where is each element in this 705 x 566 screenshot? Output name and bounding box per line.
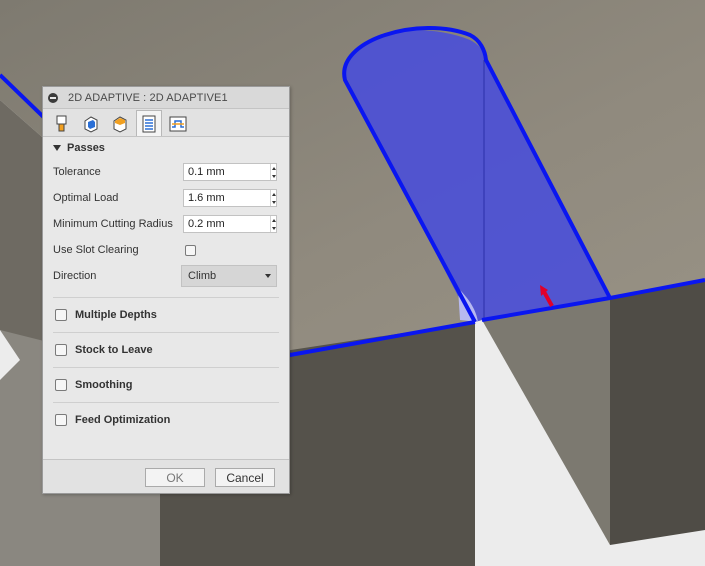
- ok-button[interactable]: OK: [145, 468, 205, 487]
- slot-clearing-checkbox[interactable]: [185, 244, 196, 256]
- passes-icon: [142, 115, 156, 132]
- multiple-depths-label: Multiple Depths: [75, 309, 157, 321]
- direction-label: Direction: [53, 270, 97, 282]
- tolerance-label: Tolerance: [53, 166, 101, 178]
- dialog-title: 2D ADAPTIVE : 2D ADAPTIVE1: [68, 91, 228, 104]
- chevron-down-icon: [53, 145, 61, 151]
- group-smoothing[interactable]: Smoothing: [53, 367, 279, 402]
- adaptive-dialog: 2D ADAPTIVE : 2D ADAPTIVE1 Passes Tolera…: [42, 86, 290, 494]
- feed-optimization-checkbox[interactable]: [55, 414, 67, 426]
- geometry-icon: [84, 116, 98, 133]
- multiple-depths-checkbox[interactable]: [55, 309, 67, 321]
- direction-row: Direction Climb: [43, 263, 289, 289]
- cancel-button[interactable]: Cancel: [215, 468, 275, 487]
- spin-up-icon[interactable]: [271, 218, 276, 222]
- min-cutting-radius-row: Minimum Cutting Radius: [43, 211, 289, 237]
- tab-tool[interactable]: [49, 112, 75, 136]
- feed-optimization-label: Feed Optimization: [75, 414, 171, 426]
- stock-to-leave-checkbox[interactable]: [55, 344, 67, 356]
- direction-value: Climb: [188, 270, 217, 282]
- tolerance-spin-arrows[interactable]: [270, 164, 276, 180]
- passes-section-header[interactable]: Passes: [43, 137, 289, 159]
- direction-select[interactable]: Climb: [181, 265, 277, 287]
- group-stock-to-leave[interactable]: Stock to Leave: [53, 332, 279, 367]
- smoothing-label: Smoothing: [75, 379, 133, 391]
- passes-section-title: Passes: [67, 142, 105, 154]
- stock-front-face-right[interactable]: [610, 280, 705, 545]
- slot-clearing-label: Use Slot Clearing: [53, 244, 139, 256]
- dialog-tabbar: [43, 109, 289, 137]
- tab-heights[interactable]: [107, 112, 133, 136]
- spin-down-icon[interactable]: [271, 200, 276, 204]
- tab-passes[interactable]: [136, 110, 162, 136]
- linking-icon: [169, 116, 187, 132]
- smoothing-checkbox[interactable]: [55, 379, 67, 391]
- dialog-footer: OK Cancel: [43, 459, 289, 493]
- group-multiple-depths[interactable]: Multiple Depths: [53, 297, 279, 332]
- min-cutting-radius-stepper[interactable]: [183, 215, 277, 233]
- min-cutting-radius-input[interactable]: [184, 215, 270, 233]
- optimal-load-label: Optimal Load: [53, 192, 119, 204]
- stock-to-leave-label: Stock to Leave: [75, 344, 153, 356]
- optimal-load-spin-arrows[interactable]: [270, 190, 276, 206]
- heights-icon: [113, 116, 127, 133]
- spin-down-icon[interactable]: [271, 174, 276, 178]
- tab-linking[interactable]: [165, 112, 191, 136]
- tool-icon: [56, 115, 67, 132]
- tab-geometry[interactable]: [78, 112, 104, 136]
- optimal-load-stepper[interactable]: [183, 189, 277, 207]
- tolerance-stepper[interactable]: [183, 163, 277, 181]
- dialog-titlebar[interactable]: 2D ADAPTIVE : 2D ADAPTIVE1: [43, 87, 289, 109]
- optimal-load-row: Optimal Load: [43, 185, 289, 211]
- collapse-icon[interactable]: [48, 92, 58, 103]
- tolerance-row: Tolerance: [43, 159, 289, 185]
- dropdown-caret-icon: [265, 274, 271, 278]
- min-cutting-radius-spin-arrows[interactable]: [270, 216, 276, 232]
- spin-down-icon[interactable]: [271, 226, 276, 230]
- slot-clearing-row: Use Slot Clearing: [43, 237, 289, 263]
- min-cutting-radius-label: Minimum Cutting Radius: [53, 218, 173, 230]
- optimal-load-input[interactable]: [184, 189, 270, 207]
- spin-up-icon[interactable]: [271, 166, 276, 170]
- spin-up-icon[interactable]: [271, 192, 276, 196]
- tolerance-input[interactable]: [184, 163, 270, 181]
- group-feed-optimization[interactable]: Feed Optimization: [53, 402, 279, 437]
